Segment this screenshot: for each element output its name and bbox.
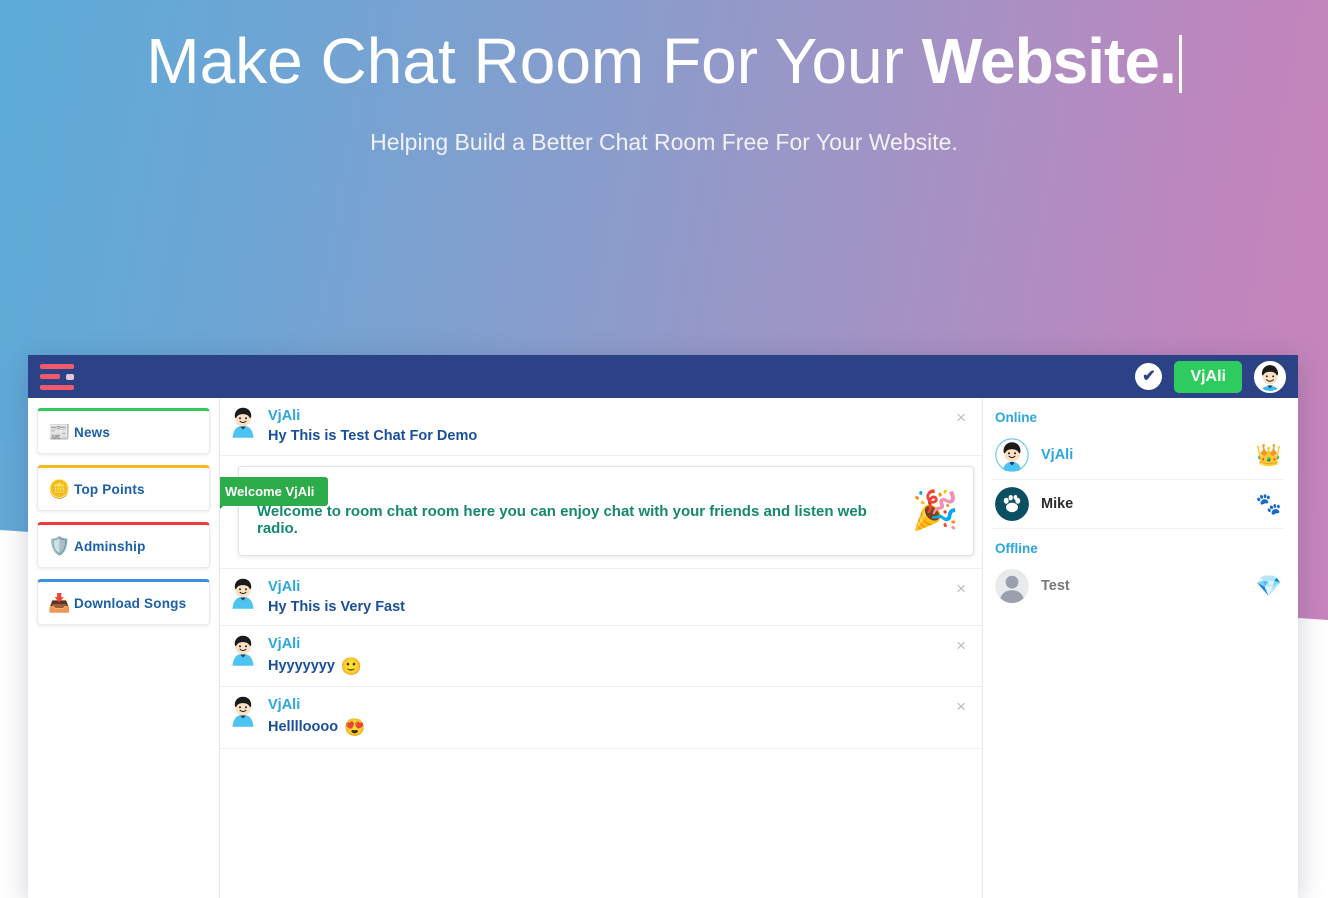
text-caret — [1178, 35, 1182, 93]
offline-group-title: Offline — [995, 541, 1038, 556]
message-author: VjAli — [268, 636, 301, 653]
heart-eyes-icon: 😍 — [344, 717, 366, 737]
list-item[interactable]: Test 💎 — [993, 562, 1284, 610]
diamond-icon: 💎 — [1255, 574, 1282, 598]
message-body: VjAli Hy This is Very Fast — [268, 577, 950, 618]
hamburger-icon[interactable] — [36, 362, 74, 392]
sidebar-item-label: Download Songs — [74, 595, 187, 611]
page-root: Make Chat Room For Your Website. Helping… — [0, 0, 1328, 898]
check-circle-icon[interactable]: ✔ — [1135, 363, 1163, 390]
avatar — [995, 487, 1029, 521]
avatar-art — [232, 636, 254, 667]
party-popper-icon: 🎉 — [911, 489, 959, 532]
avatar-art — [995, 487, 1029, 521]
close-icon[interactable]: × — [950, 407, 972, 428]
message-text-row: Helllloooo 😍 — [268, 717, 950, 740]
smiley-icon: 🙂 — [340, 656, 363, 676]
page-title: Make Chat Room For Your Website. — [0, 22, 1328, 101]
avatar-art — [232, 697, 254, 728]
message-text: Helllloooo — [268, 719, 339, 736]
table-row: VjAli Hy This is Very Fast × — [220, 569, 982, 627]
avatar-art — [1256, 362, 1284, 391]
chat-messages-panel: VjAli Hy This is Test Chat For Demo × We… — [220, 398, 983, 898]
topbar-avatar[interactable] — [1254, 360, 1286, 393]
message-text-row: Hy This is Test Chat For Demo — [268, 427, 950, 447]
paw-icon: 🐾 — [1255, 492, 1282, 516]
avatar-art — [232, 407, 254, 438]
user-name: VjAli — [1041, 447, 1074, 463]
user-name: Test — [1041, 578, 1070, 594]
user-name: Mike — [1041, 496, 1074, 512]
welcome-ribbon: Welcome VjAli — [220, 476, 329, 517]
message-text: Hy This is Very Fast — [268, 598, 406, 615]
table-row: VjAli Hyyyyyyy 🙂 × — [220, 626, 982, 688]
avatar — [995, 569, 1029, 603]
sidebar-item-label: Adminship — [74, 538, 146, 554]
sidebar-item-label: News — [74, 424, 111, 440]
message-text-row: Hyyyyyyy 🙂 — [268, 656, 950, 679]
sidebar: 📰 News 🪙 Top Points 🛡️ Adminship 📥 Downl… — [28, 398, 220, 898]
chat-empty-area — [220, 748, 982, 898]
sidebar-item-top-points[interactable]: 🪙 Top Points — [37, 465, 210, 511]
hamburger-bar-top — [40, 363, 74, 369]
sidebar-item-adminship[interactable]: 🛡️ Adminship — [37, 522, 210, 568]
message-author: VjAli — [268, 408, 301, 424]
hero-title-bold: Website. — [921, 25, 1177, 97]
sidebar-item-news[interactable]: 📰 News — [37, 408, 210, 454]
crown-icon: 👑 — [1255, 443, 1282, 467]
download-icon: 📥 — [48, 593, 71, 613]
welcome-banner: Welcome VjAli Welcome to room chat room … — [220, 456, 982, 569]
message-author: VjAli — [268, 697, 301, 714]
hamburger-middle-row — [40, 373, 74, 380]
welcome-text: Welcome to room chat room here you can e… — [257, 502, 867, 537]
avatar-art — [995, 569, 1029, 603]
hamburger-bar-bottom — [40, 384, 74, 390]
list-item[interactable]: VjAli 👑 — [993, 431, 1284, 480]
online-group-title: Online — [995, 410, 1038, 425]
app-body: 📰 News 🪙 Top Points 🛡️ Adminship 📥 Downl… — [28, 398, 1298, 898]
topbar-actions: ✔ VjAli — [1135, 360, 1286, 393]
current-user-button[interactable]: VjAli — [1174, 360, 1242, 393]
message-body: VjAli Hy This is Test Chat For Demo — [268, 406, 950, 447]
shield-check-icon: 🛡️ — [48, 536, 71, 556]
table-row: VjAli Helllloooo 😍 × — [220, 687, 982, 749]
chat-app-window: ✔ VjAli 📰 News 🪙 Top Points 🛡️ Adminship… — [28, 355, 1298, 898]
message-author: VjAli — [268, 578, 301, 595]
app-topbar: ✔ VjAli — [28, 355, 1298, 398]
user-list-panel: Online VjAli 👑 Mike 🐾 Offline Test 💎 — [983, 398, 1298, 898]
message-text: Hyyyyyyy — [268, 658, 335, 675]
table-row: VjAli Hy This is Test Chat For Demo × — [220, 398, 982, 456]
avatar — [228, 577, 258, 609]
avatar — [228, 406, 258, 438]
message-text-row: Hy This is Very Fast — [268, 598, 950, 618]
message-body: VjAli Hyyyyyyy 🙂 — [268, 634, 950, 678]
hamburger-bar-middle — [40, 374, 60, 379]
close-icon[interactable]: × — [950, 696, 972, 717]
coins-icon: 🪙 — [48, 479, 71, 499]
hero-subtitle: Helping Build a Better Chat Room Free Fo… — [370, 129, 958, 156]
hero-section: Make Chat Room For Your Website. Helping… — [0, 0, 1328, 156]
avatar — [228, 634, 258, 667]
list-item[interactable]: Mike 🐾 — [993, 480, 1284, 529]
avatar — [995, 438, 1029, 472]
message-body: VjAli Helllloooo 😍 — [268, 695, 950, 739]
close-icon[interactable]: × — [950, 578, 972, 599]
sidebar-item-download-songs[interactable]: 📥 Download Songs — [37, 579, 210, 625]
sidebar-item-label: Top Points — [74, 481, 145, 497]
check-glyph: ✔ — [1142, 367, 1156, 385]
hero-title-light: Make Chat Room For Your — [146, 25, 922, 97]
avatar-art — [232, 578, 254, 609]
newspaper-icon: 📰 — [48, 422, 71, 442]
avatar-art — [995, 438, 1029, 472]
message-text: Hy This is Test Chat For Demo — [268, 428, 478, 445]
hamburger-dot — [65, 373, 74, 380]
welcome-box: Welcome VjAli Welcome to room chat room … — [220, 465, 974, 556]
close-icon[interactable]: × — [950, 635, 972, 656]
avatar — [228, 695, 258, 728]
